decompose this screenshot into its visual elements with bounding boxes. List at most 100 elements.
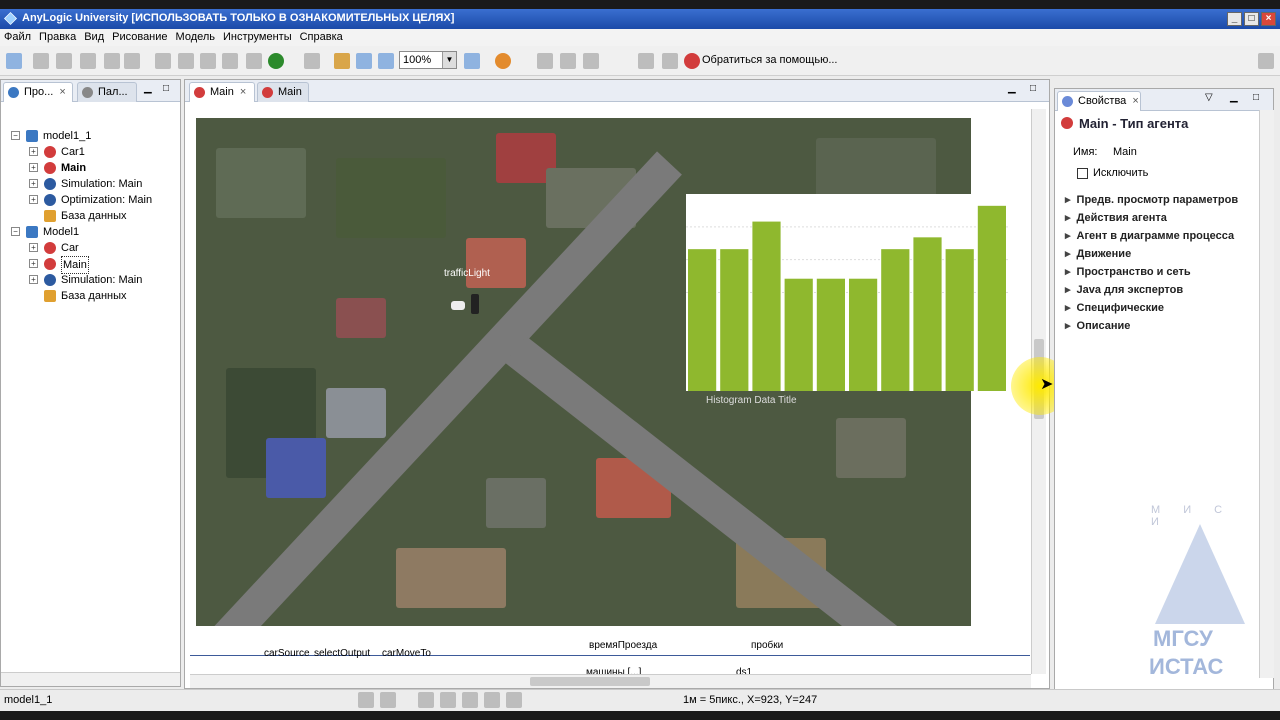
histogram-chart[interactable] <box>686 194 1008 391</box>
horizontal-scrollbar[interactable] <box>1 672 180 686</box>
paste-icon[interactable] <box>200 53 216 69</box>
minimize-button[interactable]: _ <box>1227 12 1242 26</box>
menu-draw[interactable]: Рисование <box>108 29 171 46</box>
tool-icon[interactable] <box>638 53 654 69</box>
jams-label: пробки <box>751 640 784 651</box>
property-section[interactable]: Специфические <box>1065 301 1164 314</box>
menu-view[interactable]: Вид <box>80 29 108 46</box>
cut-icon[interactable] <box>155 53 171 69</box>
expand-toggle-icon[interactable]: + <box>29 147 38 156</box>
tab-properties[interactable]: Свойства × <box>1057 91 1141 111</box>
minimize-icon[interactable]: ▁ <box>1230 92 1238 103</box>
property-section[interactable]: Пространство и сеть <box>1065 265 1191 278</box>
property-section[interactable]: Описание <box>1065 319 1131 332</box>
tree-item-label: Car <box>61 242 79 254</box>
graphical-editor-canvas[interactable]: trafficLight Histogram Data Title carSou… <box>190 109 1030 674</box>
exclude-checkbox[interactable] <box>1077 168 1088 179</box>
maximize-button[interactable]: □ <box>1244 12 1259 26</box>
exclude-label: Исключить <box>1093 167 1149 179</box>
minimize-icon[interactable]: ▁ <box>144 83 152 94</box>
tree-item-label: Car1 <box>61 146 85 158</box>
tab-main-2[interactable]: Main <box>257 82 309 102</box>
property-section[interactable]: Агент в диаграмме процесса <box>1065 229 1235 242</box>
zoom-select[interactable]: 100% ▼ <box>399 51 457 69</box>
menu-tools[interactable]: Инструменты <box>219 29 296 46</box>
tab-label: Main <box>210 86 234 98</box>
grid-icon[interactable] <box>537 53 553 69</box>
menu-model[interactable]: Модель <box>172 29 219 46</box>
expand-toggle-icon[interactable]: + <box>29 179 38 188</box>
menu-file[interactable]: Файл <box>0 29 35 46</box>
menu-help[interactable]: Справка <box>296 29 347 46</box>
redo-icon[interactable] <box>124 53 140 69</box>
status-tool-3-icon[interactable] <box>418 692 434 708</box>
minimize-icon[interactable]: ▁ <box>1008 83 1016 94</box>
zoom-in-icon[interactable] <box>464 53 480 69</box>
database-icon <box>44 210 56 222</box>
agent-pointer-icon[interactable] <box>495 53 511 69</box>
expand-toggle-icon[interactable]: + <box>29 195 38 204</box>
close-button[interactable]: × <box>1261 12 1276 26</box>
link-icon[interactable] <box>334 53 350 69</box>
editor-horizontal-scrollbar[interactable] <box>190 674 1031 688</box>
agent-icon <box>44 146 56 158</box>
stop-icon[interactable] <box>304 53 320 69</box>
status-tool-4-icon[interactable] <box>440 692 456 708</box>
get-help-link[interactable]: Обратиться за помощью... <box>702 54 838 66</box>
property-section[interactable]: Действия агента <box>1065 211 1167 224</box>
save-all-icon[interactable] <box>80 53 96 69</box>
maximize-icon[interactable]: □ <box>1253 92 1259 103</box>
scroll-thumb[interactable] <box>530 677 650 686</box>
close-icon[interactable]: × <box>240 86 246 98</box>
build-icon[interactable] <box>246 53 262 69</box>
zoom-fit-icon[interactable] <box>356 53 372 69</box>
arrange-icon[interactable] <box>583 53 599 69</box>
tree-item-label: Model1 <box>43 226 80 238</box>
status-left: model1_1 <box>4 694 53 706</box>
expand-toggle-icon[interactable]: + <box>29 275 38 284</box>
expand-toggle-icon[interactable]: + <box>29 259 38 268</box>
close-icon[interactable]: × <box>1132 95 1138 107</box>
run-icon[interactable] <box>268 53 284 69</box>
property-section[interactable]: Предв. просмотр параметров <box>1065 193 1239 206</box>
status-tool-1-icon[interactable] <box>358 692 374 708</box>
name-value[interactable]: Main <box>1113 146 1137 158</box>
traffic-light-icon[interactable] <box>471 294 479 314</box>
status-tool-2-icon[interactable] <box>380 692 396 708</box>
copy-icon[interactable] <box>178 53 194 69</box>
select-output-label: selectOutput <box>314 648 370 659</box>
status-tool-7-icon[interactable] <box>506 692 522 708</box>
delete-icon[interactable] <box>222 53 238 69</box>
status-tool-5-icon[interactable] <box>462 692 478 708</box>
zoom-out-icon[interactable] <box>378 53 394 69</box>
layers-icon[interactable] <box>560 53 576 69</box>
tab-palette[interactable]: Пал... <box>77 82 137 102</box>
menu-icon[interactable]: ▽ <box>1205 92 1213 103</box>
zoom-value: 100% <box>403 54 432 66</box>
new-icon[interactable] <box>6 53 22 69</box>
save-icon[interactable] <box>56 53 72 69</box>
optimization-icon <box>44 194 56 206</box>
expand-toggle-icon[interactable]: + <box>29 243 38 252</box>
maximize-icon[interactable]: □ <box>1030 83 1036 94</box>
maximize-icon[interactable]: □ <box>163 83 169 94</box>
property-section[interactable]: Движение <box>1065 247 1132 260</box>
export-icon[interactable] <box>662 53 678 69</box>
undo-icon[interactable] <box>104 53 120 69</box>
expand-toggle-icon[interactable]: − <box>11 227 20 236</box>
tab-main-1[interactable]: Main × <box>189 82 255 102</box>
expand-toggle-icon[interactable]: − <box>11 131 20 140</box>
property-section[interactable]: Java для экспертов <box>1065 283 1184 296</box>
menu-edit[interactable]: Правка <box>35 29 80 46</box>
histogram-bar <box>945 249 974 391</box>
histogram-svg <box>686 205 1008 391</box>
expand-toggle-icon[interactable]: + <box>29 163 38 172</box>
close-icon[interactable]: × <box>59 86 65 98</box>
status-tool-6-icon[interactable] <box>484 692 500 708</box>
perspective-icon[interactable] <box>1258 53 1274 69</box>
car-icon <box>451 301 465 310</box>
open-icon[interactable] <box>33 53 49 69</box>
properties-vertical-scrollbar[interactable] <box>1259 110 1274 678</box>
anylogic-logo-icon <box>4 12 17 25</box>
tab-projects[interactable]: Про... × <box>3 82 73 102</box>
